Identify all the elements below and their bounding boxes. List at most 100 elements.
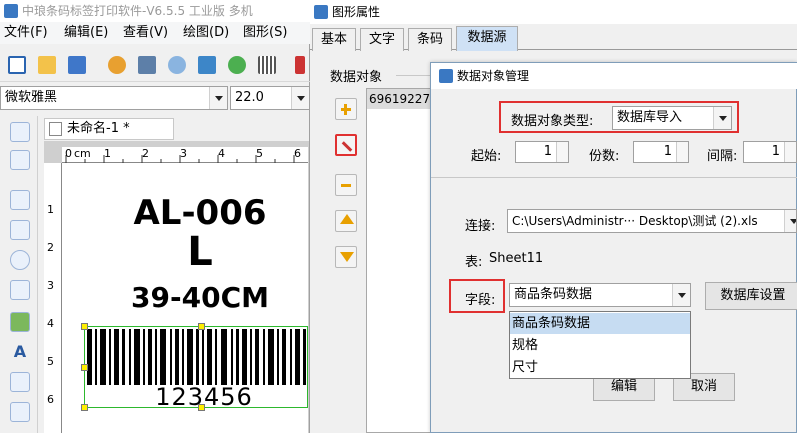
ellipse-tool-icon[interactable]: [10, 250, 30, 270]
dialog-divider: [431, 177, 797, 178]
tab-barcode[interactable]: 条码: [408, 28, 452, 51]
settings-gear-icon[interactable]: [108, 56, 126, 74]
stepper-up-icon[interactable]: [676, 142, 688, 152]
chevron-down-icon[interactable]: [291, 87, 309, 109]
menu-view[interactable]: 查看(V): [123, 22, 168, 44]
ruler-label: 5: [256, 147, 263, 160]
remove-icon[interactable]: [335, 174, 357, 196]
print-icon[interactable]: [138, 56, 156, 74]
resize-handle[interactable]: [81, 404, 88, 411]
chevron-down-icon[interactable]: [784, 210, 796, 232]
label-text-line3[interactable]: 39-40CM: [62, 281, 308, 314]
ruler-label: 6: [47, 393, 54, 406]
label-text-line2[interactable]: L: [62, 229, 308, 275]
label-text-line1[interactable]: AL-006: [62, 193, 308, 233]
app-logo-icon: [4, 4, 18, 18]
resize-handle[interactable]: [81, 323, 88, 330]
connection-value: C:\Users\Administr··· Desktop\测试 (2).xls: [512, 214, 758, 228]
type-select[interactable]: 数据库导入: [612, 106, 732, 130]
db-settings-button[interactable]: 数据库设置: [705, 282, 797, 310]
menu-edit[interactable]: 编辑(E): [64, 22, 108, 44]
field-label: 字段:: [465, 293, 496, 308]
chevron-down-icon[interactable]: [209, 87, 227, 109]
rich-text-tool-icon[interactable]: [10, 372, 30, 392]
dropdown-option[interactable]: 规格: [510, 335, 690, 356]
data-object-dialog: 数据对象管理 数据对象类型: 数据库导入 起始: 1 份数: 1 间隔: 1 连…: [430, 62, 797, 433]
rotate-tool-icon[interactable]: [10, 150, 30, 170]
barcode-bars: [87, 329, 306, 385]
move-down-icon[interactable]: [335, 246, 357, 268]
tab-datasource[interactable]: 数据源: [456, 26, 518, 51]
main-toolbar: [0, 48, 310, 82]
menu-draw[interactable]: 绘图(D): [183, 22, 229, 44]
document-tab[interactable]: 未命名-1 *: [44, 118, 174, 140]
picture-tool-icon[interactable]: [10, 312, 30, 332]
menu-file[interactable]: 文件(F): [4, 22, 48, 44]
grid-icon[interactable]: [258, 56, 276, 74]
ruler-label: 0: [65, 147, 72, 160]
ruler-label: 4: [47, 317, 54, 330]
stepper-up-icon[interactable]: [556, 142, 568, 152]
move-up-icon[interactable]: [335, 210, 357, 232]
type-value: 数据库导入: [617, 110, 683, 125]
open-folder-icon[interactable]: [38, 56, 56, 74]
new-file-icon[interactable]: [8, 56, 26, 74]
line-tool-icon[interactable]: [10, 190, 30, 210]
list-item[interactable]: 69619227: [367, 89, 437, 109]
table-label: 表:: [465, 255, 483, 270]
menu-shape[interactable]: 图形(S): [243, 22, 287, 44]
dropdown-option[interactable]: 商品条码数据: [510, 313, 690, 334]
ruler-label: 1: [104, 147, 111, 160]
stepper-down-icon[interactable]: [556, 152, 568, 162]
ruler-label: 6: [294, 147, 301, 160]
add-icon[interactable]: [335, 98, 357, 120]
data-object-list[interactable]: 69619227: [366, 88, 437, 433]
ruler-unit: cm: [74, 147, 91, 160]
resize-handle[interactable]: [198, 404, 205, 411]
property-title-bar: 图形属性: [310, 0, 797, 24]
tab-text[interactable]: 文字: [360, 28, 404, 51]
font-size-select[interactable]: 22.0: [230, 86, 310, 110]
font-row: 微软雅黑 22.0: [0, 86, 310, 112]
chevron-down-icon[interactable]: [713, 107, 731, 129]
pointer-tool-icon[interactable]: [10, 122, 30, 142]
app-logo-icon: [314, 5, 328, 19]
resize-handle[interactable]: [198, 323, 205, 330]
ruler-label: 5: [47, 355, 54, 368]
ruler-label: 3: [180, 147, 187, 160]
document-icon: [49, 122, 62, 136]
start-value: 1: [543, 144, 552, 159]
copies-stepper[interactable]: 1: [633, 141, 689, 163]
interval-stepper[interactable]: 1: [743, 141, 797, 163]
dropdown-option[interactable]: 尺寸: [510, 357, 690, 378]
app-logo-icon: [439, 69, 453, 83]
stepper-down-icon[interactable]: [676, 152, 688, 162]
barcode-tool-icon[interactable]: [10, 402, 30, 422]
edit-icon[interactable]: [335, 134, 357, 156]
connection-select[interactable]: C:\Users\Administr··· Desktop\测试 (2).xls: [507, 209, 797, 233]
stepper-up-icon[interactable]: [784, 142, 796, 152]
barcode-object[interactable]: 123456: [81, 323, 308, 411]
tab-basic[interactable]: 基本: [312, 28, 356, 51]
connect-label: 连接:: [465, 219, 496, 234]
database-settings-icon[interactable]: [228, 56, 246, 74]
stepper-down-icon[interactable]: [784, 152, 796, 162]
field-select[interactable]: 商品条码数据: [509, 283, 691, 307]
dialog-title-text: 数据对象管理: [457, 69, 530, 83]
font-name-select[interactable]: 微软雅黑: [0, 86, 228, 110]
rectangle-tool-icon[interactable]: [10, 220, 30, 240]
field-dropdown-list: 商品条码数据 规格 尺寸: [509, 311, 691, 379]
ruler-label: 4: [218, 147, 225, 160]
save-icon[interactable]: [68, 56, 86, 74]
resize-handle[interactable]: [81, 364, 88, 371]
start-stepper[interactable]: 1: [515, 141, 569, 163]
preview-icon[interactable]: [168, 56, 186, 74]
image-tool-icon[interactable]: [10, 280, 30, 300]
menu-bar: 文件(F) 编辑(E) 查看(V) 绘图(D) 图形(S): [0, 22, 310, 44]
text-tool-icon[interactable]: A: [10, 342, 30, 362]
chevron-down-icon[interactable]: [672, 284, 690, 306]
start-label: 起始:: [471, 149, 502, 164]
cut-icon[interactable]: [295, 56, 305, 74]
data-object-label: 数据对象: [330, 70, 383, 85]
database-icon[interactable]: [198, 56, 216, 74]
